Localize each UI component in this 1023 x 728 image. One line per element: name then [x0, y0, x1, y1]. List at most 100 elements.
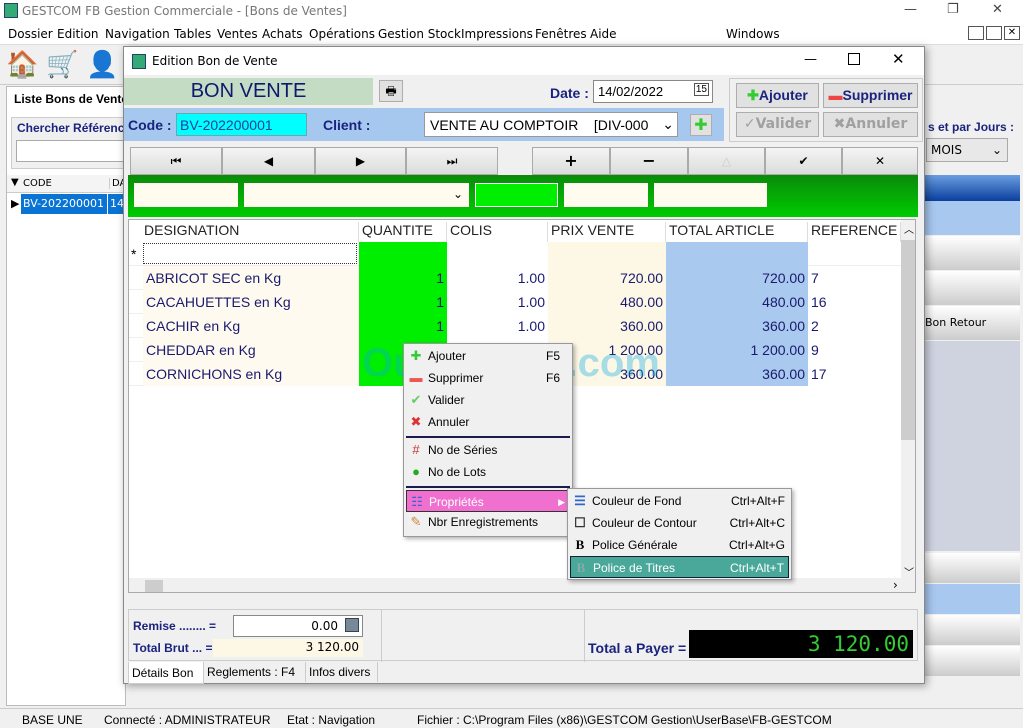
- menu-navigation[interactable]: Navigation: [105, 27, 170, 41]
- print-icon[interactable]: 🖶: [379, 80, 403, 102]
- scroll-thumb[interactable]: [145, 580, 163, 592]
- menu-windows[interactable]: Windows: [726, 27, 780, 41]
- nav-delete-button[interactable]: −: [610, 147, 688, 175]
- menu-edition[interactable]: Edition: [57, 27, 99, 41]
- menu-item-ajouter[interactable]: ✚ Ajouter F5: [406, 345, 570, 367]
- menu-fenetres[interactable]: Fenêtres: [535, 27, 587, 41]
- column-reference[interactable]: REFERENCE: [808, 222, 901, 242]
- filter-input[interactable]: [654, 183, 767, 207]
- cell-total[interactable]: 360.00: [666, 314, 808, 338]
- menu-item-nbr-enregistrements[interactable]: ✎ Nbr Enregistrements: [406, 511, 570, 533]
- submenu-item-couleur-de-fond[interactable]: ☰ Couleur de Fond Ctrl+Alt+F: [570, 490, 789, 512]
- user-icon[interactable]: 👤: [86, 49, 118, 81]
- submenu-item-couleur-de-contour[interactable]: ☐ Couleur de Contour Ctrl+Alt+C: [570, 512, 789, 534]
- menu-tables[interactable]: Tables: [174, 27, 211, 41]
- menu-item-propri-t-s[interactable]: ☷ Propriétés ▶: [406, 490, 570, 512]
- nav-prev-button[interactable]: ◀: [222, 147, 315, 175]
- table-row[interactable]: CACHIR en Kg 1 1.00 360.00 360.00 2: [129, 314, 901, 338]
- submenu-item-police-de-titres[interactable]: B Police de Titres Ctrl+Alt+T: [570, 556, 789, 578]
- cell-colis[interactable]: 1.00: [447, 290, 548, 314]
- tab-details-bon[interactable]: Détails Bon: [128, 662, 204, 684]
- new-row[interactable]: *: [129, 242, 901, 266]
- client-select[interactable]: VENTE AU COMPTOIR [DIV-000 ⌄: [424, 112, 678, 137]
- add-client-button[interactable]: ✚: [690, 114, 712, 136]
- mdi-close-icon[interactable]: ✕: [1004, 26, 1020, 40]
- filter-input[interactable]: [134, 183, 238, 207]
- cell-reference[interactable]: 7: [808, 266, 901, 290]
- remise-input[interactable]: 0.00: [233, 615, 363, 637]
- nav-cancel-button[interactable]: ✕: [842, 147, 918, 175]
- cell-quantite[interactable]: 1: [359, 314, 447, 338]
- maximize-icon[interactable]: [848, 53, 860, 65]
- valider-button[interactable]: ✓Valider: [736, 112, 819, 137]
- column-code[interactable]: CODE: [23, 178, 52, 189]
- cell-colis[interactable]: 1.00: [447, 266, 548, 290]
- menu-item-no-de-s-ries[interactable]: # No de Séries: [406, 439, 570, 461]
- column-designation[interactable]: DESIGNATION: [141, 222, 359, 242]
- menu-achats[interactable]: Achats: [262, 27, 303, 41]
- cart-icon[interactable]: 🛒: [46, 49, 78, 81]
- menu-item-supprimer[interactable]: ▬ Supprimer F6: [406, 367, 570, 389]
- calendar-icon[interactable]: 15: [693, 83, 709, 96]
- menu-impressions[interactable]: Impressions: [461, 27, 533, 41]
- close-icon[interactable]: ✕: [892, 50, 905, 68]
- cell-total[interactable]: 720.00: [666, 266, 808, 290]
- cell-reference[interactable]: 16: [808, 290, 901, 314]
- nav-next-button[interactable]: ▶: [315, 147, 406, 175]
- nav-last-button[interactable]: ⏭: [406, 147, 498, 175]
- nav-insert-button[interactable]: +: [532, 147, 610, 175]
- calculator-icon[interactable]: [345, 618, 359, 632]
- ajouter-button[interactable]: ✚Ajouter: [736, 83, 819, 108]
- minimize-icon[interactable]: —: [904, 2, 917, 17]
- search-input[interactable]: [16, 140, 126, 162]
- code-input[interactable]: BV-202200001: [176, 113, 307, 136]
- nav-post-button[interactable]: ✔: [765, 147, 842, 175]
- cell-total[interactable]: 480.00: [666, 290, 808, 314]
- cell-designation[interactable]: ABRICOT SEC en Kg: [143, 266, 359, 290]
- column-quantite[interactable]: QUANTITE: [359, 222, 447, 242]
- home-icon[interactable]: 🏠: [6, 49, 38, 81]
- tab-infos-divers[interactable]: Infos divers: [306, 662, 378, 682]
- restore-icon[interactable]: ❐: [947, 2, 959, 17]
- tab-reglements[interactable]: Reglements : F4: [204, 662, 306, 682]
- cell-quantite[interactable]: 1: [359, 266, 447, 290]
- minimize-icon[interactable]: —: [804, 52, 817, 67]
- cell-reference[interactable]: 17: [808, 362, 901, 386]
- column-total-article[interactable]: TOTAL ARTICLE: [666, 222, 808, 242]
- menu-item-no-de-lots[interactable]: ● No de Lots: [406, 461, 570, 483]
- cell-colis[interactable]: 1.00: [447, 314, 548, 338]
- menu-ventes[interactable]: Ventes: [217, 27, 258, 41]
- column-prix-vente[interactable]: PRIX VENTE: [548, 222, 666, 242]
- scroll-thumb[interactable]: [901, 240, 915, 440]
- menu-item-valider[interactable]: ✔ Valider: [406, 389, 570, 411]
- date-input[interactable]: 14/02/2022 15: [593, 80, 713, 103]
- cell-total[interactable]: 1 200.00: [666, 338, 808, 362]
- scroll-right-icon[interactable]: ›: [893, 578, 898, 592]
- cell-total[interactable]: 360.00: [666, 362, 808, 386]
- cell-prix[interactable]: 480.00: [548, 290, 666, 314]
- cell-quantite[interactable]: 1: [359, 290, 447, 314]
- cell-designation[interactable]: CACHIR en Kg: [143, 314, 359, 338]
- menu-gestion-stock[interactable]: Gestion Stock: [378, 27, 461, 41]
- cell-prix[interactable]: 360.00: [548, 314, 666, 338]
- menu-aide[interactable]: Aide: [590, 27, 617, 41]
- nav-edit-button[interactable]: △: [688, 147, 765, 175]
- filter-input[interactable]: [564, 183, 648, 207]
- cell-designation[interactable]: CACAHUETTES en Kg: [143, 290, 359, 314]
- cell-designation[interactable]: CORNICHONS en Kg: [143, 362, 359, 386]
- close-icon[interactable]: ✕: [992, 2, 1003, 17]
- horizontal-scrollbar[interactable]: ›: [129, 578, 915, 592]
- mdi-restore-icon[interactable]: [986, 26, 1002, 40]
- cell-prix[interactable]: 720.00: [548, 266, 666, 290]
- filter-quantity-input[interactable]: [475, 183, 558, 207]
- cell-reference[interactable]: 2: [808, 314, 901, 338]
- period-select[interactable]: MOIS ⌄: [926, 138, 1008, 162]
- vertical-scrollbar[interactable]: ︿ ﹀: [901, 220, 915, 579]
- cell-reference[interactable]: 9: [808, 338, 901, 362]
- submenu-item-police-g-n-rale[interactable]: B Police Générale Ctrl+Alt+G: [570, 534, 789, 556]
- column-colis[interactable]: COLIS: [447, 222, 548, 242]
- mdi-minimize-icon[interactable]: [968, 26, 984, 40]
- table-row[interactable]: ABRICOT SEC en Kg 1 1.00 720.00 720.00 7: [129, 266, 901, 290]
- scroll-down-icon[interactable]: ﹀: [904, 564, 914, 579]
- annuler-button[interactable]: ✖Annuler: [823, 112, 918, 137]
